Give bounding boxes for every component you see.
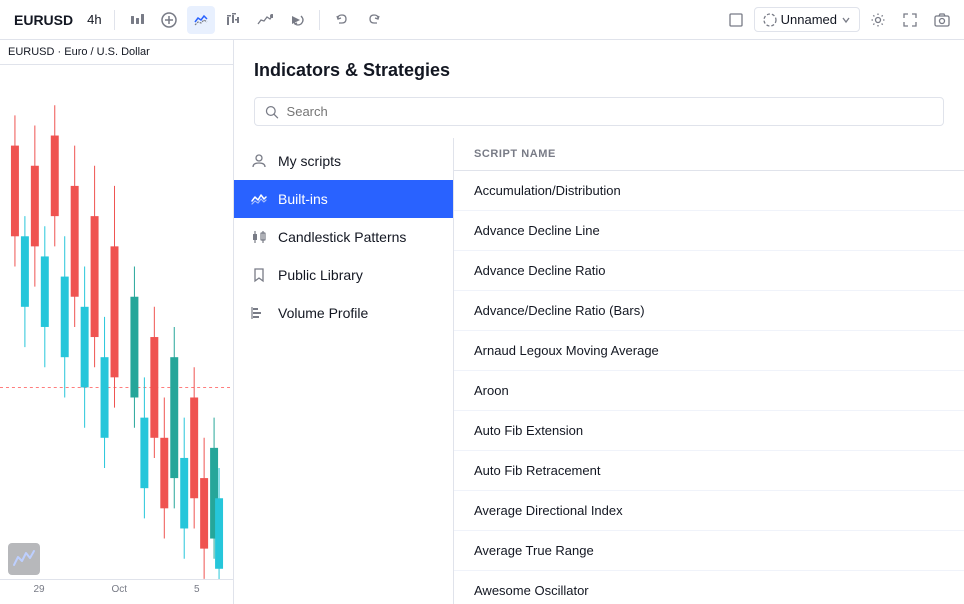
script-item-2[interactable]: Advance Decline Ratio (454, 251, 964, 291)
candle-icon (250, 228, 268, 246)
settings-btn[interactable] (864, 6, 892, 34)
volume-profile-icon (250, 304, 268, 322)
search-icon (265, 105, 279, 119)
wave-icon (250, 190, 268, 208)
sidebar-item-my-scripts[interactable]: My scripts (234, 142, 453, 180)
sidebar-item-label-public-library: Public Library (278, 267, 363, 283)
compare-series-btn[interactable] (251, 6, 279, 34)
chart-area: EURUSD · Euro / U.S. Dollar (0, 40, 234, 604)
camera-btn[interactable] (928, 6, 956, 34)
script-item-7[interactable]: Auto Fib Retracement (454, 451, 964, 491)
toolbar-divider-1 (114, 10, 115, 30)
chart-x-axis: 29 Oct 5 (0, 579, 233, 599)
chart-pair-label: EURUSD · Euro / U.S. Dollar (0, 40, 233, 65)
sidebar-item-built-ins[interactable]: Built-ins (234, 180, 453, 218)
script-item-9[interactable]: Average True Range (454, 531, 964, 571)
bookmark-icon (250, 266, 268, 284)
tradingview-logo (8, 543, 40, 575)
indicators-btn[interactable] (187, 6, 215, 34)
undo-btn[interactable] (328, 6, 356, 34)
sidebar-item-volume-profile[interactable]: Volume Profile (234, 294, 453, 332)
script-list-header: SCRIPT NAME (454, 138, 964, 171)
workspace-name: Unnamed (781, 12, 837, 27)
candlestick-chart (0, 65, 233, 599)
chart-canvas: 29 Oct 5 (0, 65, 233, 599)
script-item-5[interactable]: Aroon (454, 371, 964, 411)
replay-btn[interactable] (283, 6, 311, 34)
search-input[interactable] (287, 104, 933, 119)
fullscreen-btn[interactable] (896, 6, 924, 34)
script-item-4[interactable]: Arnaud Legoux Moving Average (454, 331, 964, 371)
person-icon (250, 152, 268, 170)
chart-type-btn[interactable] (219, 6, 247, 34)
search-bar[interactable] (254, 97, 944, 126)
sidebar-item-label-candlestick: Candlestick Patterns (278, 229, 406, 245)
script-item-0[interactable]: Accumulation/Distribution (454, 171, 964, 211)
x-axis-label-2: Oct (111, 584, 127, 595)
panel-title: Indicators & Strategies (234, 40, 964, 97)
symbol-label: EURUSD (8, 12, 79, 28)
main-content: EURUSD · Euro / U.S. Dollar (0, 40, 964, 604)
x-axis-label-3: 5 (194, 584, 200, 595)
redo-btn[interactable] (360, 6, 388, 34)
add-btn[interactable] (155, 6, 183, 34)
script-item-3[interactable]: Advance/Decline Ratio (Bars) (454, 291, 964, 331)
script-item-10[interactable]: Awesome Oscillator (454, 571, 964, 604)
main-toolbar: EURUSD 4h (0, 0, 964, 40)
x-axis-label-1: 29 (33, 584, 44, 595)
compare-btn[interactable] (123, 6, 151, 34)
nav-sidebar: My scripts Built-ins (234, 138, 454, 604)
sidebar-item-label-built-ins: Built-ins (278, 191, 328, 207)
sidebar-item-public-library[interactable]: Public Library (234, 256, 453, 294)
script-item-6[interactable]: Auto Fib Extension (454, 411, 964, 451)
timeframe-label: 4h (83, 12, 105, 27)
sidebar-item-candlestick[interactable]: Candlestick Patterns (234, 218, 453, 256)
indicators-panel: Indicators & Strategies My scri (234, 40, 964, 604)
workspace-btn[interactable]: Unnamed (754, 7, 860, 32)
layout-btn[interactable] (722, 6, 750, 34)
script-list: SCRIPT NAME Accumulation/Distribution Ad… (454, 138, 964, 604)
toolbar-divider-2 (319, 10, 320, 30)
script-item-1[interactable]: Advance Decline Line (454, 211, 964, 251)
sidebar-item-label-volume-profile: Volume Profile (278, 305, 368, 321)
sidebar-item-label-my-scripts: My scripts (278, 153, 341, 169)
panel-body: My scripts Built-ins (234, 138, 964, 604)
script-item-8[interactable]: Average Directional Index (454, 491, 964, 531)
